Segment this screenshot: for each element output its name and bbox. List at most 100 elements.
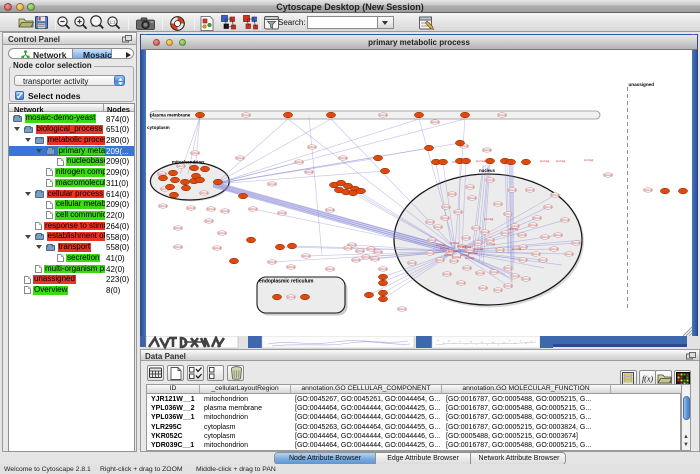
svg-text:[GO-id]: [GO-id] — [454, 211, 462, 214]
svg-text:[GO-id]: [GO-id] — [526, 189, 534, 192]
svg-text:[GO-id]: [GO-id] — [462, 237, 470, 240]
svg-text:[GO-id]: [GO-id] — [532, 253, 540, 256]
svg-text:[GO-id]: [GO-id] — [287, 266, 295, 269]
svg-text:[GO-id]: [GO-id] — [362, 256, 370, 259]
svg-text:[GO-id]: [GO-id] — [479, 287, 487, 290]
svg-text:[GO-id]: [GO-id] — [218, 232, 226, 235]
svg-text:endoplasmic reticulum: endoplasmic reticulum — [259, 279, 314, 285]
svg-text:[GO-id]: [GO-id] — [398, 308, 406, 311]
svg-text:[GO-id]: [GO-id] — [242, 114, 250, 117]
svg-text:[GO-id]: [GO-id] — [496, 249, 504, 252]
svg-text:[GO-id]: [GO-id] — [450, 260, 458, 263]
svg-text:[GO-id]: [GO-id] — [187, 207, 195, 210]
svg-text:[GO-id]: [GO-id] — [539, 259, 547, 262]
svg-text:[GO-id]: [GO-id] — [474, 242, 482, 245]
svg-text:[GO-id]: [GO-id] — [326, 268, 334, 271]
svg-text:[GO-id]: [GO-id] — [379, 268, 387, 271]
svg-text:[GO-id]: [GO-id] — [504, 267, 512, 270]
svg-text:[GO-id]: [GO-id] — [174, 246, 182, 249]
svg-text:[mt hsp]: [mt hsp] — [448, 249, 458, 253]
svg-text:[GO-id]: [GO-id] — [486, 239, 494, 242]
svg-text:[GO-id]: [GO-id] — [305, 171, 313, 174]
svg-text:[GO-id]: [GO-id] — [339, 157, 347, 160]
svg-text:[GO-id]: [GO-id] — [371, 258, 379, 261]
svg-text:[mt hsp]: [mt hsp] — [584, 158, 594, 162]
svg-text:[GO-id]: [GO-id] — [572, 242, 580, 245]
svg-text:[GO-id]: [GO-id] — [374, 251, 382, 254]
svg-text:[GO-id]: [GO-id] — [200, 192, 208, 195]
svg-text:[GO-id]: [GO-id] — [561, 219, 569, 222]
svg-text:[GO-id]: [GO-id] — [554, 234, 562, 237]
svg-text:[GO-id]: [GO-id] — [604, 174, 612, 177]
svg-text:[mt hsp]: [mt hsp] — [540, 159, 550, 163]
svg-text:[GO-id]: [GO-id] — [511, 275, 519, 278]
svg-text:[GO-id]: [GO-id] — [644, 189, 652, 192]
svg-text:[GO-id]: [GO-id] — [249, 208, 257, 211]
svg-text:[GO-id]: [GO-id] — [159, 205, 167, 208]
svg-text:[GO-id]: [GO-id] — [486, 179, 494, 182]
svg-text:[GO-id]: [GO-id] — [408, 262, 416, 265]
svg-text:[GO-id]: [GO-id] — [544, 206, 552, 209]
svg-text:[mt hsp]: [mt hsp] — [468, 251, 478, 255]
svg-text:[GO-id]: [GO-id] — [472, 227, 480, 230]
svg-text:[mt hsp]: [mt hsp] — [556, 159, 566, 163]
svg-text:[GO-id]: [GO-id] — [551, 194, 559, 197]
svg-text:[mt hsp]: [mt hsp] — [436, 243, 446, 247]
svg-text:[GO-id]: [GO-id] — [565, 253, 573, 256]
svg-text:[GO-id]: [GO-id] — [436, 259, 444, 262]
svg-text:[GO-id]: [GO-id] — [481, 231, 489, 234]
svg-text:[GO-id]: [GO-id] — [177, 165, 185, 168]
svg-text:[GO-id]: [GO-id] — [302, 255, 310, 258]
svg-text:[GO-id]: [GO-id] — [379, 114, 387, 117]
svg-text:1:1: 1:1 — [109, 19, 115, 24]
svg-text:[GO-id]: [GO-id] — [522, 278, 530, 281]
svg-text:[GO-id]: [GO-id] — [352, 259, 360, 262]
svg-text:[mt hsp]: [mt hsp] — [450, 241, 460, 245]
svg-text:[GO-id]: [GO-id] — [508, 189, 516, 192]
svg-text:[mt hsp]: [mt hsp] — [484, 217, 494, 221]
svg-text:[GO-id]: [GO-id] — [501, 232, 509, 235]
svg-text:[GO-id]: [GO-id] — [295, 161, 303, 164]
svg-text:[mt hsp]: [mt hsp] — [509, 227, 519, 231]
svg-text:[GO-id]: [GO-id] — [443, 273, 451, 276]
svg-text:[GO-id]: [GO-id] — [466, 186, 474, 189]
svg-text:f(x): f(x) — [642, 374, 653, 383]
svg-text:[GO-id]: [GO-id] — [504, 285, 512, 288]
svg-text:[GO-id]: [GO-id] — [308, 146, 316, 149]
svg-text:[GO-id]: [GO-id] — [498, 114, 506, 117]
svg-text:[GO-id]: [GO-id] — [213, 247, 221, 250]
svg-text:[GO-id]: [GO-id] — [550, 248, 558, 251]
svg-text:[GO-id]: [GO-id] — [463, 267, 471, 270]
svg-text:plasma membrane: plasma membrane — [150, 113, 191, 118]
svg-text:[GO-id]: [GO-id] — [268, 261, 276, 264]
svg-text:[GO-id]: [GO-id] — [221, 210, 229, 213]
svg-text:[GO-id]: [GO-id] — [518, 234, 526, 237]
svg-text:[GO-id]: [GO-id] — [490, 271, 498, 274]
svg-text:[mt hsp]: [mt hsp] — [465, 256, 475, 260]
svg-text:[GO-id]: [GO-id] — [533, 217, 541, 220]
svg-text:[GO-id]: [GO-id] — [207, 208, 215, 211]
svg-text:[GO-id]: [GO-id] — [483, 149, 491, 152]
svg-text:[GO-id]: [GO-id] — [426, 221, 434, 224]
svg-text:[GO-id]: [GO-id] — [356, 250, 364, 253]
svg-text:[GO-id]: [GO-id] — [344, 247, 352, 250]
svg-text:nucleus: nucleus — [479, 168, 495, 173]
svg-text:[GO-id]: [GO-id] — [278, 212, 286, 215]
svg-text:[mt hsp]: [mt hsp] — [486, 242, 496, 246]
svg-text:[mt hsp]: [mt hsp] — [512, 247, 522, 251]
svg-text:[GO-id]: [GO-id] — [236, 157, 244, 160]
svg-text:[mt hsp]: [mt hsp] — [474, 247, 484, 251]
svg-text:[GO-id]: [GO-id] — [426, 252, 434, 255]
svg-text:[GO-id]: [GO-id] — [174, 227, 182, 230]
svg-text:[GO-id]: [GO-id] — [519, 259, 527, 262]
svg-text:[GO-id]: [GO-id] — [431, 121, 439, 124]
svg-text:[GO-id]: [GO-id] — [268, 183, 276, 186]
svg-text:[GO-id]: [GO-id] — [287, 296, 295, 299]
svg-text:cytoplasm: cytoplasm — [147, 125, 170, 130]
svg-text:[GO-id]: [GO-id] — [326, 209, 334, 212]
svg-text:[GO-id]: [GO-id] — [205, 220, 213, 223]
svg-text:[GO-id]: [GO-id] — [494, 203, 502, 206]
svg-text:[GO-id]: [GO-id] — [428, 239, 436, 242]
svg-text:[GO-id]: [GO-id] — [541, 236, 549, 239]
svg-text:[GO-id]: [GO-id] — [494, 289, 502, 292]
